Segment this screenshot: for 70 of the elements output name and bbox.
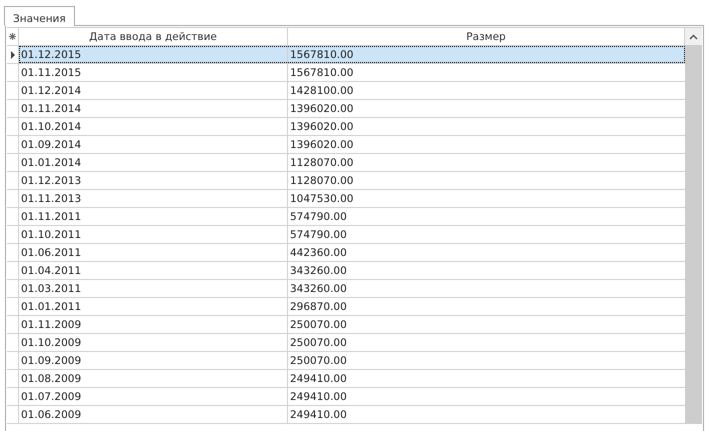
table-row[interactable]: 01.11.2014 1396020.00 (19, 100, 685, 117)
table-cell: 01.06.2011 (19, 244, 288, 261)
table-cell-text: 250070.00 (289, 336, 348, 350)
table-cell-text: 249410.00 (289, 390, 348, 404)
table-cell: 01.10.2009 (19, 334, 288, 351)
table-cell-text: 250070.00 (289, 318, 348, 332)
selected-row[interactable]: 01.12.2015 1567810.00 (19, 46, 685, 63)
table-cell: 01.11.2015 (19, 64, 288, 81)
table-cell-text: 1567810.00 (289, 66, 354, 80)
table-cell-text: 249410.00 (289, 372, 348, 386)
table-row[interactable]: 01.07.2009 249410.00 (19, 388, 685, 405)
table-cell-text: 1128070.00 (289, 156, 354, 170)
table-cell-text: 574790.00 (289, 228, 348, 242)
asterisk-icon (9, 33, 16, 40)
column-header[interactable]: Дата ввода в действие (19, 28, 288, 45)
table-cell-text: 1396020.00 (289, 120, 354, 134)
table-row[interactable]: 01.06.2009 249410.00 (19, 406, 685, 423)
table-cell: 01.03.2011 (19, 280, 288, 297)
table-cell-text: 574790.00 (289, 210, 348, 224)
table-cell-text: 1428100.00 (289, 84, 354, 98)
table-cell: 01.07.2009 (19, 388, 288, 405)
table-row[interactable]: 01.09.2009 250070.00 (19, 352, 685, 369)
scroll-up-button[interactable] (685, 28, 702, 45)
table-cell-text: 1396020.00 (289, 102, 354, 116)
table-row[interactable]: 01.11.2009 250070.00 (19, 316, 685, 333)
table-cell: 01.01.2014 (19, 154, 288, 171)
table-cell-text: 1047530.00 (289, 192, 354, 206)
table-row[interactable]: 01.11.2015 1567810.00 (19, 64, 685, 81)
table-cell-text: 1567810.00 (289, 48, 354, 62)
table-cell: 01.11.2011 (19, 208, 288, 225)
table-cell: 01.11.2014 (19, 100, 288, 117)
table-cell: 01.12.2014 (19, 82, 288, 99)
table-cell: 01.06.2009 (19, 406, 288, 423)
tab[interactable]: Значения (4, 6, 75, 26)
caret-icon (689, 34, 698, 40)
table-row[interactable]: 01.06.2011 442360.00 (19, 244, 685, 261)
table-cell-text: 343260.00 (289, 264, 348, 278)
table-cell: 01.11.2013 (19, 190, 288, 207)
table-cell: 01.12.2013 (19, 172, 288, 189)
table-cell-text: 442360.00 (289, 246, 348, 260)
table-row[interactable]: 01.09.2014 1396020.00 (19, 136, 685, 153)
table-cell: 01.09.2009 (19, 352, 288, 369)
table-row[interactable]: 01.12.2013 1128070.00 (19, 172, 685, 189)
table-cell: 01.09.2014 (19, 136, 288, 153)
table-row[interactable]: 01.01.2011 296870.00 (19, 298, 685, 315)
table-row[interactable]: 01.03.2011 343260.00 (19, 280, 685, 297)
table-row[interactable]: 01.11.2013 1047530.00 (19, 190, 685, 207)
table-cell: 01.04.2011 (19, 262, 288, 279)
table-row[interactable]: 01.08.2009 249410.00 (19, 370, 685, 387)
table-row[interactable]: 01.11.2011 574790.00 (19, 208, 685, 225)
table-cell: 01.10.2011 (19, 226, 288, 243)
scrollbar[interactable] (685, 28, 702, 424)
table-cell-text: 249410.00 (289, 408, 348, 422)
table-cell-text: 343260.00 (289, 282, 348, 296)
table-cell: 01.11.2009 (19, 316, 288, 333)
table-cell: 01.12.2015 (19, 46, 288, 63)
table-row[interactable]: 01.12.2014 1428100.00 (19, 82, 685, 99)
table-cell: 01.10.2014 (19, 118, 288, 135)
row-pointer-icon (10, 50, 14, 58)
table-row[interactable]: 01.10.2009 250070.00 (19, 334, 685, 351)
table-row[interactable]: 01.10.2014 1396020.00 (19, 118, 685, 135)
table-cell-text: 1396020.00 (289, 138, 354, 152)
table-cell: 01.01.2011 (19, 298, 288, 315)
table-row[interactable]: 01.04.2011 343260.00 (19, 262, 685, 279)
table-cell-text: 250070.00 (289, 354, 348, 368)
table-cell-text: 1128070.00 (289, 174, 354, 188)
table-row[interactable]: 01.10.2011 574790.00 (19, 226, 685, 243)
table-cell: 01.08.2009 (19, 370, 288, 387)
table-row[interactable]: 01.01.2014 1128070.00 (19, 154, 685, 171)
table-cell-text: 296870.00 (289, 300, 348, 314)
